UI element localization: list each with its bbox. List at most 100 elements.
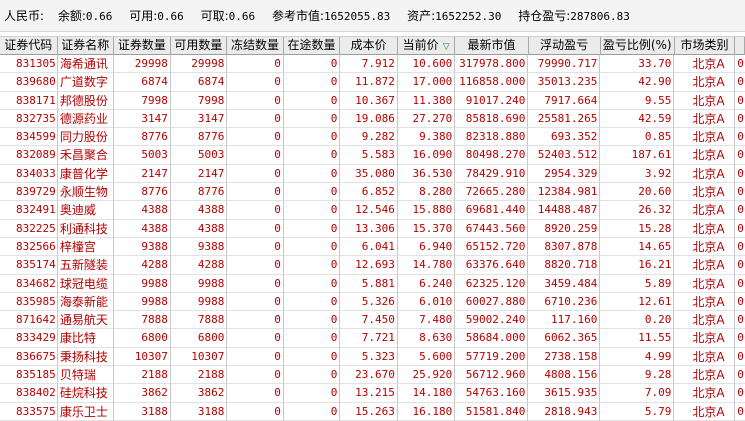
cell-security-name: 五新隧装	[57, 256, 115, 275]
cell-security-code: 835185	[0, 366, 58, 385]
header-frozen-quantity[interactable]: 冻结数量	[227, 37, 284, 55]
header-label: 在途数量	[287, 38, 336, 52]
cell-security-code: 838402	[0, 384, 58, 403]
table-row[interactable]: 832225 利通科技 4388 4388 0 0 13.306 15.370 67443.56…	[0, 219, 745, 238]
cell-extra: 0	[735, 256, 745, 275]
cell-pnl-ratio: 0.85	[600, 128, 675, 147]
cell-market-type: 北京A	[674, 384, 736, 403]
cell-floating-pnl: 2818.943	[528, 402, 601, 421]
cell-market-type: 北京A	[674, 402, 736, 421]
header-current-price[interactable]: 当前价 ▽	[398, 37, 456, 55]
table-row[interactable]: 833575 康乐卫士 3188 3188 0 0 15.263 16.180 51581.84…	[0, 402, 745, 421]
table-row[interactable]: 839680 广道数字 6874 6874 0 0 11.872 17.000 116858.0…	[0, 73, 745, 92]
table-row[interactable]: 839729 永顺生物 8776 8776 0 0 6.852 8.280 72665.280 1…	[0, 183, 745, 202]
cell-current-price: 10.600	[397, 55, 456, 74]
cell-cost-price: 5.323	[340, 347, 398, 367]
cell-in-transit-quantity: 0	[283, 164, 341, 184]
cell-latest-market-value: 56712.960	[455, 366, 529, 385]
table-row[interactable]: 835174 五新隧装 4288 4288 0 0 12.693 14.780 63376.64…	[0, 256, 745, 275]
table-row[interactable]: 838171 邦德股份 7998 7998 0 0 10.367 11.380 91017.24…	[0, 91, 745, 110]
cell-quantity: 4388	[114, 219, 171, 238]
header-security-code[interactable]: 证券代码	[0, 37, 58, 55]
header-latest-market-value[interactable]: 最新市值	[455, 37, 529, 55]
currency-label: 人民币:	[4, 9, 45, 23]
header-floating-pnl[interactable]: 浮动盈亏	[529, 37, 601, 55]
cell-current-price: 11.380	[397, 91, 456, 110]
header-label: 可用数量	[174, 38, 223, 52]
cell-floating-pnl: 12384.981	[528, 183, 601, 202]
cell-frozen-quantity: 0	[227, 274, 284, 293]
cell-latest-market-value: 62325.120	[455, 274, 529, 293]
cell-security-name: 利通科技	[57, 219, 115, 238]
table-row[interactable]: 832566 梓橦宫 9388 9388 0 0 6.041 6.940 65152.720 83…	[0, 237, 745, 257]
cell-security-code: 831305	[0, 55, 58, 74]
cell-market-type: 北京A	[674, 73, 736, 92]
table-row[interactable]: 834599 同力股份 8776 8776 0 0 9.282 9.380 82318.880 6…	[0, 128, 745, 147]
cell-latest-market-value: 85818.690	[455, 109, 529, 129]
header-label: 冻结数量	[230, 38, 279, 52]
table-row[interactable]: 833429 康比特 6800 6800 0 0 7.721 8.630 58684.000 60…	[0, 329, 745, 348]
cell-in-transit-quantity: 0	[283, 274, 341, 293]
cell-quantity: 10307	[114, 347, 171, 367]
cell-available-quantity: 9988	[170, 292, 228, 312]
holdings-table: 证券代码 证券名称 证券数量 可用数量 冻结数量 在途数量 成本价 当前价 ▽ 最新市值 浮动盈亏盈…	[0, 36, 745, 421]
table-row[interactable]: 835185 贝特瑞 2188 2188 0 0 23.670 25.920 56712.960…	[0, 366, 745, 385]
cell-pnl-ratio: 187.61	[600, 146, 675, 165]
cell-extra: 0	[735, 384, 745, 403]
header-available-quantity[interactable]: 可用数量	[171, 37, 228, 55]
cell-in-transit-quantity: 0	[283, 402, 341, 421]
cell-market-type: 北京A	[674, 183, 736, 202]
cell-current-price: 5.600	[397, 347, 456, 367]
cell-market-type: 北京A	[674, 128, 736, 147]
table-row[interactable]: 831305 海希通讯 29998 29998 0 0 7.912 10.600 317978.…	[0, 55, 745, 74]
cell-cost-price: 6.852	[340, 183, 398, 202]
cell-in-transit-quantity: 0	[283, 128, 341, 147]
cell-market-type: 北京A	[674, 329, 736, 348]
table-row[interactable]: 834682 球冠电缆 9988 9988 0 0 5.881 6.240 62325.120 3…	[0, 274, 745, 293]
cell-in-transit-quantity: 0	[283, 366, 341, 385]
header-label: 浮动盈亏	[540, 38, 589, 52]
table-row[interactable]: 836675 秉扬科技 10307 10307 0 0 5.323 5.600 57719.20…	[0, 347, 745, 367]
position-pnl-label: 持仓盈亏:	[518, 9, 571, 23]
withdrawable-value: 0.66	[228, 10, 256, 23]
header-pnl-ratio[interactable]: 盈亏比例(%)	[601, 37, 675, 55]
header-security-name[interactable]: 证券名称	[58, 37, 115, 55]
table-row[interactable]: 838402 硅烷科技 3862 3862 0 0 13.215 14.180 54763.16…	[0, 384, 745, 403]
cell-cost-price: 5.881	[340, 274, 398, 293]
cell-market-type: 北京A	[674, 109, 736, 129]
cell-floating-pnl: 14488.487	[528, 201, 601, 220]
cell-floating-pnl: 7917.664	[528, 91, 601, 110]
cell-quantity: 7888	[114, 311, 171, 330]
table-row[interactable]: 832735 德源药业 3147 3147 0 0 19.086 27.270 85818.69…	[0, 109, 745, 129]
cell-pnl-ratio: 33.70	[600, 55, 675, 74]
cell-floating-pnl: 693.352	[528, 128, 601, 147]
cell-in-transit-quantity: 0	[283, 292, 341, 312]
header-in-transit-quantity[interactable]: 在途数量	[284, 37, 341, 55]
cell-cost-price: 9.282	[340, 128, 398, 147]
cell-security-code: 839729	[0, 183, 58, 202]
table-row[interactable]: 832089 禾昌聚合 5003 5003 0 0 5.583 16.090 80498.270…	[0, 146, 745, 165]
header-cost-price[interactable]: 成本价	[340, 37, 398, 55]
cell-frozen-quantity: 0	[227, 91, 284, 110]
table-row[interactable]: 834033 康普化学 2147 2147 0 0 35.080 36.530 78429.91…	[0, 164, 745, 184]
header-quantity[interactable]: 证券数量	[114, 37, 171, 55]
table-row[interactable]: 832491 奥迪威 4388 4388 0 0 12.546 15.880 69681.440…	[0, 201, 745, 220]
cell-market-type: 北京A	[674, 146, 736, 165]
cell-current-price: 14.180	[397, 384, 456, 403]
cell-cost-price: 15.263	[340, 402, 398, 421]
cell-floating-pnl: 3459.484	[528, 274, 601, 293]
cell-cost-price: 19.086	[340, 109, 398, 129]
header-market-type[interactable]: 市场类别	[675, 37, 736, 55]
cell-extra: 0	[735, 293, 745, 312]
cell-pnl-ratio: 7.09	[600, 384, 675, 403]
cell-available-quantity: 7888	[170, 311, 228, 330]
cell-available-quantity: 8776	[170, 183, 228, 202]
table-row[interactable]: 871642 通易航天 7888 7888 0 0 7.450 7.480 59002.240 1…	[0, 311, 745, 330]
cell-pnl-ratio: 26.32	[600, 201, 675, 220]
table-row[interactable]: 835985 海泰新能 9988 9988 0 0 5.326 6.010 60027.880 6…	[0, 292, 745, 312]
cell-extra: 0	[735, 238, 745, 257]
market-value-item: 参考市值:1652055.83	[272, 7, 390, 24]
cell-latest-market-value: 67443.560	[455, 219, 529, 238]
cell-available-quantity: 3147	[170, 109, 228, 129]
cell-available-quantity: 3188	[170, 402, 228, 421]
